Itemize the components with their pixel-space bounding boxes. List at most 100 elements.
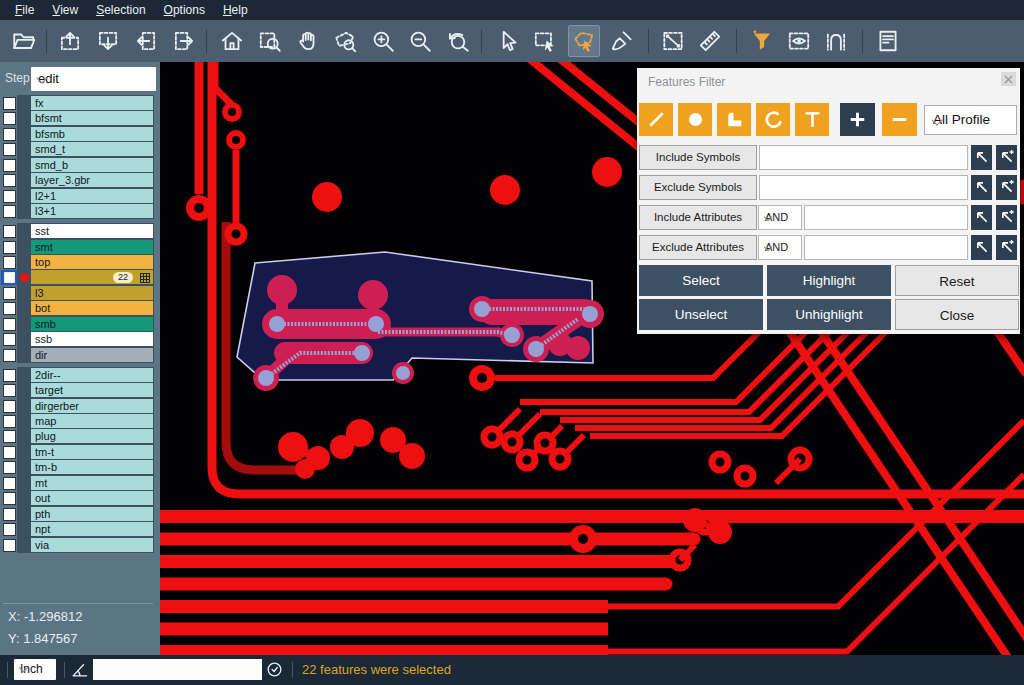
- layers-list-tool[interactable]: [875, 28, 901, 54]
- layer-row-bot[interactable]: bot: [0, 301, 160, 315]
- menu-view[interactable]: View: [43, 0, 87, 20]
- layer-visibility-checkbox[interactable]: [3, 287, 16, 300]
- draw-line-filter-button[interactable]: [639, 103, 673, 136]
- layer-name[interactable]: sst: [31, 224, 153, 238]
- pick-add-from-canvas-button[interactable]: [996, 235, 1017, 260]
- layer-row-via[interactable]: via: [0, 538, 160, 552]
- close-button[interactable]: Close: [895, 299, 1019, 330]
- layer-visibility-checkbox[interactable]: [3, 508, 16, 521]
- zoom-out-tool[interactable]: [407, 28, 433, 54]
- layer-visibility-checkbox[interactable]: [3, 225, 16, 238]
- select-button[interactable]: Select: [639, 265, 763, 296]
- include-attributes-button[interactable]: Include Attributes: [639, 205, 757, 230]
- layer-name[interactable]: smt: [31, 240, 153, 254]
- layer-visibility-checkbox[interactable]: [3, 302, 16, 315]
- layer-name[interactable]: bot: [31, 301, 153, 315]
- view-options-tool[interactable]: [786, 28, 812, 54]
- exclude-attributes-input[interactable]: [804, 235, 968, 260]
- pan-down-tool[interactable]: [95, 28, 121, 54]
- exclude-symbols-input[interactable]: [759, 175, 968, 200]
- layer-name[interactable]: out: [31, 491, 153, 505]
- layer-row-target[interactable]: target: [0, 383, 160, 397]
- layer-row-out[interactable]: out: [0, 491, 160, 505]
- draw-text-filter-button[interactable]: [795, 103, 829, 136]
- layer-name[interactable]: target: [31, 383, 153, 397]
- unhighlight-button[interactable]: Unhighlight: [767, 299, 891, 330]
- layer-name[interactable]: mt: [31, 476, 153, 490]
- layer-visibility-checkbox[interactable]: [3, 128, 16, 141]
- layer-name[interactable]: smd_b: [31, 158, 153, 172]
- layer-row-smd_b[interactable]: smd_b: [0, 158, 160, 172]
- units-dropdown[interactable]: Inch: [14, 659, 56, 680]
- select-rectangle-tool[interactable]: [532, 28, 558, 54]
- menu-selection[interactable]: Selection: [87, 0, 154, 20]
- layer-name[interactable]: pth: [31, 507, 153, 521]
- layer-name[interactable]: fx: [31, 96, 153, 110]
- layer-name[interactable]: top: [31, 255, 153, 269]
- zoom-fit-tool[interactable]: [257, 28, 283, 54]
- draw-surface-filter-button[interactable]: [717, 103, 751, 136]
- clearance-check-tool[interactable]: [609, 28, 635, 54]
- layer-row-npt[interactable]: npt: [0, 522, 160, 536]
- layer-row-bfsmt[interactable]: bfsmt: [0, 111, 160, 125]
- layer-visibility-checkbox[interactable]: [3, 143, 16, 156]
- layer-visibility-checkbox[interactable]: [3, 523, 16, 536]
- layer-name[interactable]: smd_t: [31, 142, 153, 156]
- include-symbols-button[interactable]: Include Symbols: [639, 145, 757, 170]
- layer-visibility-checkbox[interactable]: [3, 384, 16, 397]
- layer-row-smb[interactable]: smb: [0, 317, 160, 331]
- zoom-window-tool[interactable]: [332, 28, 358, 54]
- draw-pad-filter-button[interactable]: [678, 103, 712, 136]
- open-tool[interactable]: [11, 28, 37, 54]
- measure-ruler-tool[interactable]: [697, 28, 723, 54]
- layer-name[interactable]: 2dir--: [31, 368, 153, 382]
- net-search-tool[interactable]: [823, 28, 849, 54]
- selected-features-region[interactable]: [237, 252, 604, 391]
- layer-visibility-checkbox[interactable]: [3, 190, 16, 203]
- layer-name[interactable]: bfsmb: [31, 127, 153, 141]
- layer-visibility-checkbox[interactable]: [3, 461, 16, 474]
- layer-name[interactable]: npt: [31, 522, 153, 536]
- pick-add-from-canvas-button[interactable]: [996, 175, 1017, 200]
- command-input[interactable]: [93, 659, 262, 680]
- operator-dropdown[interactable]: AND: [758, 205, 802, 230]
- layer-visibility-checkbox[interactable]: [3, 539, 16, 552]
- layer-visibility-checkbox[interactable]: [3, 430, 16, 443]
- layer-visibility-checkbox[interactable]: [3, 349, 16, 362]
- layer-row-ssb[interactable]: ssb: [0, 332, 160, 346]
- layer-row-top[interactable]: top: [0, 255, 160, 269]
- dialog-close-button[interactable]: [1001, 72, 1016, 86]
- layer-row-l2[interactable]: 22: [0, 270, 160, 284]
- remove-filter-button[interactable]: [882, 103, 917, 136]
- layer-visibility-checkbox[interactable]: [3, 205, 16, 218]
- layer-row-smt[interactable]: smt: [0, 240, 160, 254]
- layer-row-layer_3.gbr[interactable]: layer_3.gbr: [0, 173, 160, 187]
- layer-visibility-checkbox[interactable]: [3, 477, 16, 490]
- select-pointer-tool[interactable]: [495, 28, 521, 54]
- home-tool[interactable]: [219, 28, 245, 54]
- layer-row-map[interactable]: map: [0, 414, 160, 428]
- layer-visibility-checkbox[interactable]: [3, 333, 16, 346]
- layer-visibility-checkbox[interactable]: [3, 174, 16, 187]
- pick-from-canvas-button[interactable]: [971, 205, 992, 230]
- select-polygon-tool[interactable]: [571, 28, 597, 54]
- draw-arc-filter-button[interactable]: [756, 103, 790, 136]
- layer-row-dir[interactable]: dir: [0, 348, 160, 362]
- pan-left-tool[interactable]: [133, 28, 159, 54]
- layer-name[interactable]: smb: [31, 317, 153, 331]
- layer-row-dirgerber[interactable]: dirgerber: [0, 399, 160, 413]
- angle-measure-icon[interactable]: [70, 660, 89, 683]
- menu-options[interactable]: Options: [155, 0, 214, 20]
- include-symbols-input[interactable]: [759, 145, 968, 170]
- layer-row-fx[interactable]: fx: [0, 96, 160, 110]
- layer-visibility-checkbox[interactable]: [3, 492, 16, 505]
- refresh-icon[interactable]: [265, 660, 284, 683]
- layer-row-l3[interactable]: l3: [0, 286, 160, 300]
- layer-visibility-checkbox[interactable]: [3, 369, 16, 382]
- layer-row-pth[interactable]: pth: [0, 507, 160, 521]
- layer-visibility-checkbox[interactable]: [4, 272, 15, 283]
- layer-name[interactable]: bfsmt: [31, 111, 153, 125]
- measure-point-tool[interactable]: [660, 28, 686, 54]
- reset-button[interactable]: Reset: [895, 265, 1019, 296]
- add-filter-button[interactable]: [840, 103, 875, 136]
